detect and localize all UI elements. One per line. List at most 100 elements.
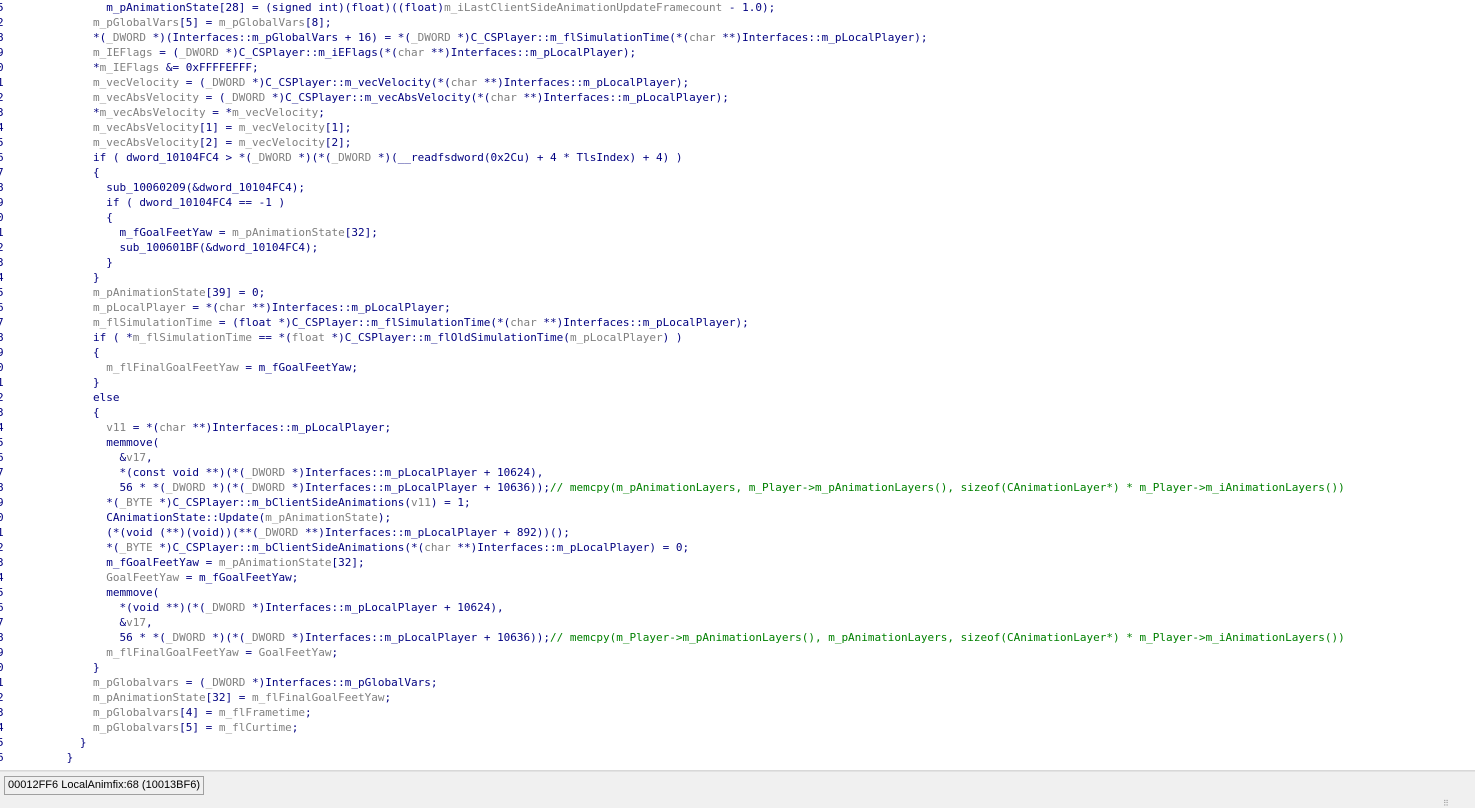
code-identifier: _BYTE — [119, 541, 153, 554]
line-number: 2 — [0, 691, 4, 704]
code-line[interactable]: 3{ — [0, 405, 1475, 420]
code-line[interactable]: 9{ — [0, 345, 1475, 360]
code-line[interactable]: 6 m_pLocalPlayer = *(char **)Interfaces::… — [0, 300, 1475, 315]
code-line[interactable]: 2 else — [0, 390, 1475, 405]
code-token: { — [93, 406, 100, 419]
code-text: m_vecAbsVelocity[1] = m_vecVelocity[1]; — [93, 120, 351, 135]
code-line[interactable]: 6 &v17, — [0, 450, 1475, 465]
status-address: 00012FF6 — [8, 779, 59, 791]
code-line[interactable]: 8 56 * *(_DWORD *)(*(_DWORD *)Interfaces:… — [0, 480, 1475, 495]
code-line[interactable]: 9 m_IEFlags = (_DWORD *)C_CSPlayer::m_iEF… — [0, 45, 1475, 60]
code-line[interactable]: 5 m_pAnimationState[39] = 0; — [0, 285, 1475, 300]
code-token: *(void **)(*( — [119, 601, 206, 614]
code-line[interactable]: 1 m_vecVelocity = (_DWORD *)C_CSPlayer::m… — [0, 75, 1475, 90]
code-line[interactable]: 5} — [0, 735, 1475, 750]
code-line[interactable]: 3 *m_vecAbsVelocity = *m_vecVelocity; — [0, 105, 1475, 120]
code-text: *(_BYTE *)C_CSPlayer::m_bClientSideAnima… — [106, 540, 689, 555]
code-token: m_pAnimationState[28] = (signed int)(flo… — [106, 1, 445, 14]
code-line[interactable]: 2 *(_BYTE *)C_CSPlayer::m_bClientSideAnim… — [0, 540, 1475, 555]
code-line[interactable]: 5 memmove( — [0, 435, 1475, 450]
code-line[interactable]: 4 m_vecAbsVelocity[1] = m_vecVelocity[1]; — [0, 120, 1475, 135]
code-token: } — [66, 751, 74, 764]
line-number: 5 — [0, 436, 4, 449]
line-number: 9 — [0, 46, 4, 59]
code-identifier: char — [490, 91, 517, 104]
code-text: { — [93, 345, 100, 360]
code-identifier: m_pGlobalvars — [93, 676, 180, 689]
code-line[interactable]: 5 memmove( — [0, 585, 1475, 600]
code-line[interactable]: 6} — [0, 750, 1475, 765]
line-number: 9 — [0, 196, 4, 209]
code-line[interactable]: 9 *(_BYTE *)C_CSPlayer::m_bClientSideAnim… — [0, 495, 1475, 510]
code-line[interactable]: 0{ — [0, 210, 1475, 225]
code-line[interactable]: 1 (*(void (**)(void))(**(_DWORD **)Interf… — [0, 525, 1475, 540]
code-text: m_vecAbsVelocity = (_DWORD *)C_CSPlayer:… — [93, 90, 729, 105]
code-text: 56 * *(_DWORD *)(*(_DWORD *)Interfaces::… — [120, 480, 1345, 495]
code-line[interactable]: 0 CAnimationState::Update(m_pAnimationSta… — [0, 510, 1475, 525]
resize-grip-icon[interactable]: ⠿ — [1443, 800, 1461, 808]
code-line[interactable]: 1 m_pGlobalvars = (_DWORD *)Interfaces::m… — [0, 675, 1475, 690]
code-text: else — [93, 390, 120, 405]
line-number: 7 — [0, 316, 4, 329]
code-text: m_flFinalGoalFeetYaw = GoalFeetYaw; — [106, 645, 338, 660]
code-line[interactable]: 9 if ( dword_10104FC4 == -1 ) — [0, 195, 1475, 210]
code-line[interactable]: 0 m_flFinalGoalFeetYaw = m_fGoalFeetYaw; — [0, 360, 1475, 375]
code-line[interactable]: 8 if ( *m_flSimulationTime == *(float *)C… — [0, 330, 1475, 345]
line-number: 6 — [0, 451, 4, 464]
line-number: 5 — [0, 1, 4, 14]
code-line[interactable]: 3 m_fGoalFeetYaw = m_pAnimationState[32]; — [0, 555, 1475, 570]
line-number: 6 — [0, 301, 4, 314]
code-line[interactable]: 7 *(const void **)(*(_DWORD *)Interfaces:… — [0, 465, 1475, 480]
code-line[interactable]: 2 m_pAnimationState[32] = m_flFinalGoalFe… — [0, 690, 1475, 705]
code-text: sub_10060209(&dword_10104FC4); — [106, 180, 305, 195]
code-line[interactable]: 2 m_pGlobalVars[5] = m_pGlobalVars[8]; — [0, 15, 1475, 30]
code-line[interactable]: 3} — [0, 255, 1475, 270]
code-line[interactable]: 7 m_flSimulationTime = (float *)C_CSPlaye… — [0, 315, 1475, 330]
code-line[interactable]: 2 sub_100601BF(&dword_10104FC4); — [0, 240, 1475, 255]
code-line[interactable]: 4 GoalFeetYaw = m_fGoalFeetYaw; — [0, 570, 1475, 585]
code-line[interactable]: 7 &v17, — [0, 615, 1475, 630]
code-line[interactable]: 8 sub_10060209(&dword_10104FC4); — [0, 180, 1475, 195]
code-line[interactable]: 3 m_pGlobalvars[4] = m_flFrametime; — [0, 705, 1475, 720]
code-text: m_fGoalFeetYaw = m_pAnimationState[32]; — [106, 555, 364, 570]
code-line[interactable]: 2 m_vecAbsVelocity = (_DWORD *)C_CSPlayer… — [0, 90, 1475, 105]
code-token: [5] = — [179, 16, 219, 29]
code-identifier: m_pAnimationState — [93, 286, 206, 299]
code-line[interactable]: 5 m_pAnimationState[28] = (signed int)(fl… — [0, 0, 1475, 15]
code-line[interactable]: 7{ — [0, 165, 1475, 180]
code-text: memmove( — [106, 435, 159, 450]
code-line[interactable]: 4} — [0, 270, 1475, 285]
code-line[interactable]: 6 *(void **)(*(_DWORD *)Interfaces::m_pLo… — [0, 600, 1475, 615]
code-identifier: v17 — [126, 451, 147, 464]
code-text: sub_100601BF(&dword_10104FC4); — [120, 240, 319, 255]
code-token: *)(*( — [205, 481, 246, 494]
code-line[interactable]: 5 m_vecAbsVelocity[2] = m_vecVelocity[2]; — [0, 135, 1475, 150]
code-line[interactable]: 8 56 * *(_DWORD *)(*(_DWORD *)Interfaces:… — [0, 630, 1475, 645]
code-line[interactable]: 1 m_fGoalFeetYaw = m_pAnimationState[32]; — [0, 225, 1475, 240]
code-line[interactable]: 4 m_pGlobalvars[5] = m_flCurtime; — [0, 720, 1475, 735]
code-token: *)Interfaces::m_pLocalPlayer + 10624), — [285, 466, 544, 479]
code-text: if ( dword_10104FC4 == -1 ) — [106, 195, 285, 210]
code-token: memmove( — [106, 436, 160, 449]
line-number: 6 — [0, 751, 4, 764]
line-number: 9 — [0, 646, 4, 659]
code-token: [32] = — [205, 691, 252, 704]
code-line[interactable]: 4 v11 = *(char **)Interfaces::m_pLocalPla… — [0, 420, 1475, 435]
pseudocode-editor[interactable]: 5 m_pAnimationState[28] = (signed int)(fl… — [0, 0, 1475, 770]
code-text: m_flSimulationTime = (float *)C_CSPlayer… — [93, 315, 749, 330]
code-token: sub_100601BF(&dword_10104FC4); — [119, 241, 319, 254]
code-line[interactable]: 6 if ( dword_10104FC4 > *(_DWORD *)(*(_DW… — [0, 150, 1475, 165]
code-line[interactable]: 0 *m_IEFlags &= 0xFFFFEFFF; — [0, 60, 1475, 75]
code-token: *)C_CSPlayer::m_vecAbsVelocity(*( — [265, 91, 491, 104]
code-identifier: m_pGlobalVars — [93, 16, 180, 29]
code-token: *( — [106, 541, 120, 554]
code-line[interactable]: 8 *(_DWORD *)(Interfaces::m_pGlobalVars +… — [0, 30, 1475, 45]
code-line[interactable]: 0} — [0, 660, 1475, 675]
code-line[interactable]: 9 m_flFinalGoalFeetYaw = GoalFeetYaw; — [0, 645, 1475, 660]
code-identifier: m_vecAbsVelocity — [93, 136, 200, 149]
code-token: = ( — [179, 676, 206, 689]
code-token: if ( dword_10104FC4 == -1 ) — [106, 196, 286, 209]
code-line[interactable]: 1} — [0, 375, 1475, 390]
line-number: 3 — [0, 706, 4, 719]
code-text: m_flFinalGoalFeetYaw = m_fGoalFeetYaw; — [106, 360, 358, 375]
